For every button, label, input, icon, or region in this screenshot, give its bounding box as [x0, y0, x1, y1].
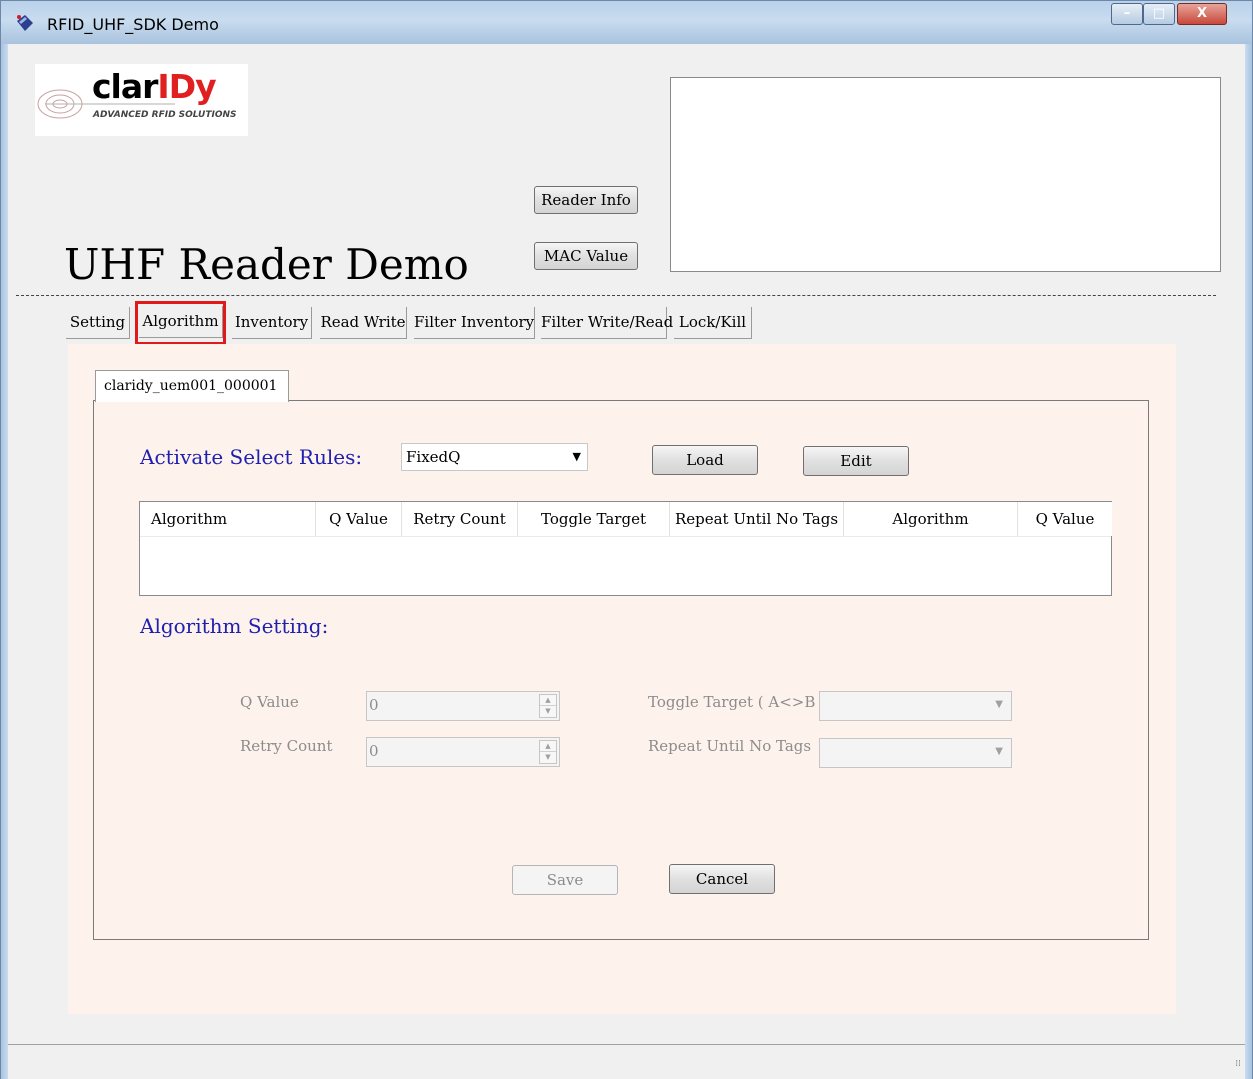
toggle-target-label: Toggle Target ( A<>B ) — [648, 693, 826, 711]
column-header-retry-count[interactable]: Retry Count — [402, 502, 518, 536]
column-header-algorithm[interactable]: Algorithm — [140, 502, 316, 536]
column-header-repeat-until-no-tags[interactable]: Repeat Until No Tags — [670, 502, 844, 536]
column-header-algorithm-2[interactable]: Algorithm — [844, 502, 1018, 536]
repeat-until-no-tags-label: Repeat Until No Tags — [648, 737, 812, 755]
column-header-q-value[interactable]: Q Value — [316, 502, 402, 536]
tab-lock-kill[interactable]: Lock/Kill — [674, 307, 752, 339]
column-header-toggle-target[interactable]: Toggle Target — [518, 502, 670, 536]
spin-down-icon[interactable]: ▼ — [540, 752, 556, 763]
column-header-q-value-2[interactable]: Q Value — [1018, 502, 1112, 536]
tab-read-write[interactable]: Read Write — [320, 307, 407, 339]
chevron-down-icon[interactable]: ▼ — [995, 699, 1003, 710]
tab-filter-inventory[interactable]: Filter Inventory — [414, 307, 535, 339]
minimize-button[interactable]: – — [1111, 3, 1143, 25]
logo-wordmark: clarIDy — [92, 67, 217, 106]
algorithm-setting-label: Algorithm Setting: — [140, 614, 329, 638]
close-button[interactable]: X — [1177, 3, 1227, 25]
window-frame-right — [1245, 44, 1253, 1079]
retry-count-label: Retry Count — [240, 737, 333, 755]
table-header-divider — [140, 536, 1111, 537]
maximize-button[interactable]: □ — [1143, 3, 1175, 25]
minimize-icon: – — [1123, 6, 1131, 21]
reader-info-output[interactable] — [670, 77, 1221, 272]
q-value-label: Q Value — [240, 693, 299, 711]
header-separator — [16, 295, 1216, 296]
reader-tab[interactable]: claridy_uem001_000001 — [95, 370, 289, 402]
title-bar: RFID_UHF_SDK Demo – □ X — [0, 0, 1253, 44]
save-button[interactable]: Save — [512, 865, 618, 895]
load-button[interactable]: Load — [652, 445, 758, 475]
logo-tagline: ADVANCED RFID SOLUTIONS — [93, 110, 237, 120]
reader-tab-content: Activate Select Rules: FixedQ ▼ Load Edi… — [93, 400, 1149, 940]
select-rules-dropdown[interactable]: FixedQ ▼ — [401, 443, 588, 471]
retry-count-field[interactable]: 0 — [369, 742, 379, 760]
select-rules-table[interactable]: Algorithm Q Value Retry Count Toggle Tar… — [139, 501, 1112, 596]
spin-down-icon[interactable]: ▼ — [540, 706, 556, 717]
algorithm-panel: claridy_uem001_000001 Activate Select Ru… — [68, 344, 1176, 1014]
status-bar: ⁞⁞ — [8, 1044, 1245, 1079]
q-value-spin-buttons[interactable]: ▲ ▼ — [539, 694, 557, 718]
edit-button[interactable]: Edit — [803, 446, 909, 476]
retry-count-spinner[interactable]: 0 ▲ ▼ — [366, 737, 560, 767]
resize-grip-icon[interactable]: ⁞⁞ — [1227, 1060, 1241, 1075]
window-frame-left — [0, 44, 8, 1079]
repeat-until-no-tags-dropdown[interactable]: ▼ — [819, 738, 1012, 768]
spin-up-icon[interactable]: ▲ — [540, 741, 556, 752]
app-icon — [17, 15, 33, 31]
logo-accent: IDy — [157, 67, 216, 106]
spin-up-icon[interactable]: ▲ — [540, 695, 556, 706]
chevron-down-icon[interactable]: ▼ — [995, 746, 1003, 757]
activate-select-rules-label: Activate Select Rules: — [140, 445, 363, 469]
tab-inventory[interactable]: Inventory — [232, 307, 312, 339]
maximize-icon: □ — [1152, 6, 1166, 21]
tab-setting[interactable]: Setting — [66, 307, 130, 339]
tab-filter-write-read[interactable]: Filter Write/Read — [541, 307, 673, 339]
retry-count-spin-buttons[interactable]: ▲ ▼ — [539, 740, 557, 764]
reader-info-button[interactable]: Reader Info — [534, 186, 638, 214]
claridy-logo: clarIDy ADVANCED RFID SOLUTIONS — [35, 64, 248, 136]
chevron-down-icon[interactable]: ▼ — [573, 444, 581, 470]
mac-value-button[interactable]: MAC Value — [534, 242, 638, 270]
window-client-area: clarIDy ADVANCED RFID SOLUTIONS UHF Read… — [8, 44, 1245, 1079]
select-rules-value: FixedQ — [406, 448, 461, 466]
logo-prefix: clar — [92, 67, 158, 106]
selected-tab-highlight — [135, 301, 226, 345]
q-value-spinner[interactable]: 0 ▲ ▼ — [366, 691, 560, 721]
cancel-button[interactable]: Cancel — [669, 864, 775, 894]
toggle-target-dropdown[interactable]: ▼ — [819, 691, 1012, 721]
window-title: RFID_UHF_SDK Demo — [47, 15, 219, 34]
page-title: UHF Reader Demo — [64, 240, 469, 289]
close-icon: X — [1196, 6, 1208, 21]
q-value-field[interactable]: 0 — [369, 696, 379, 714]
